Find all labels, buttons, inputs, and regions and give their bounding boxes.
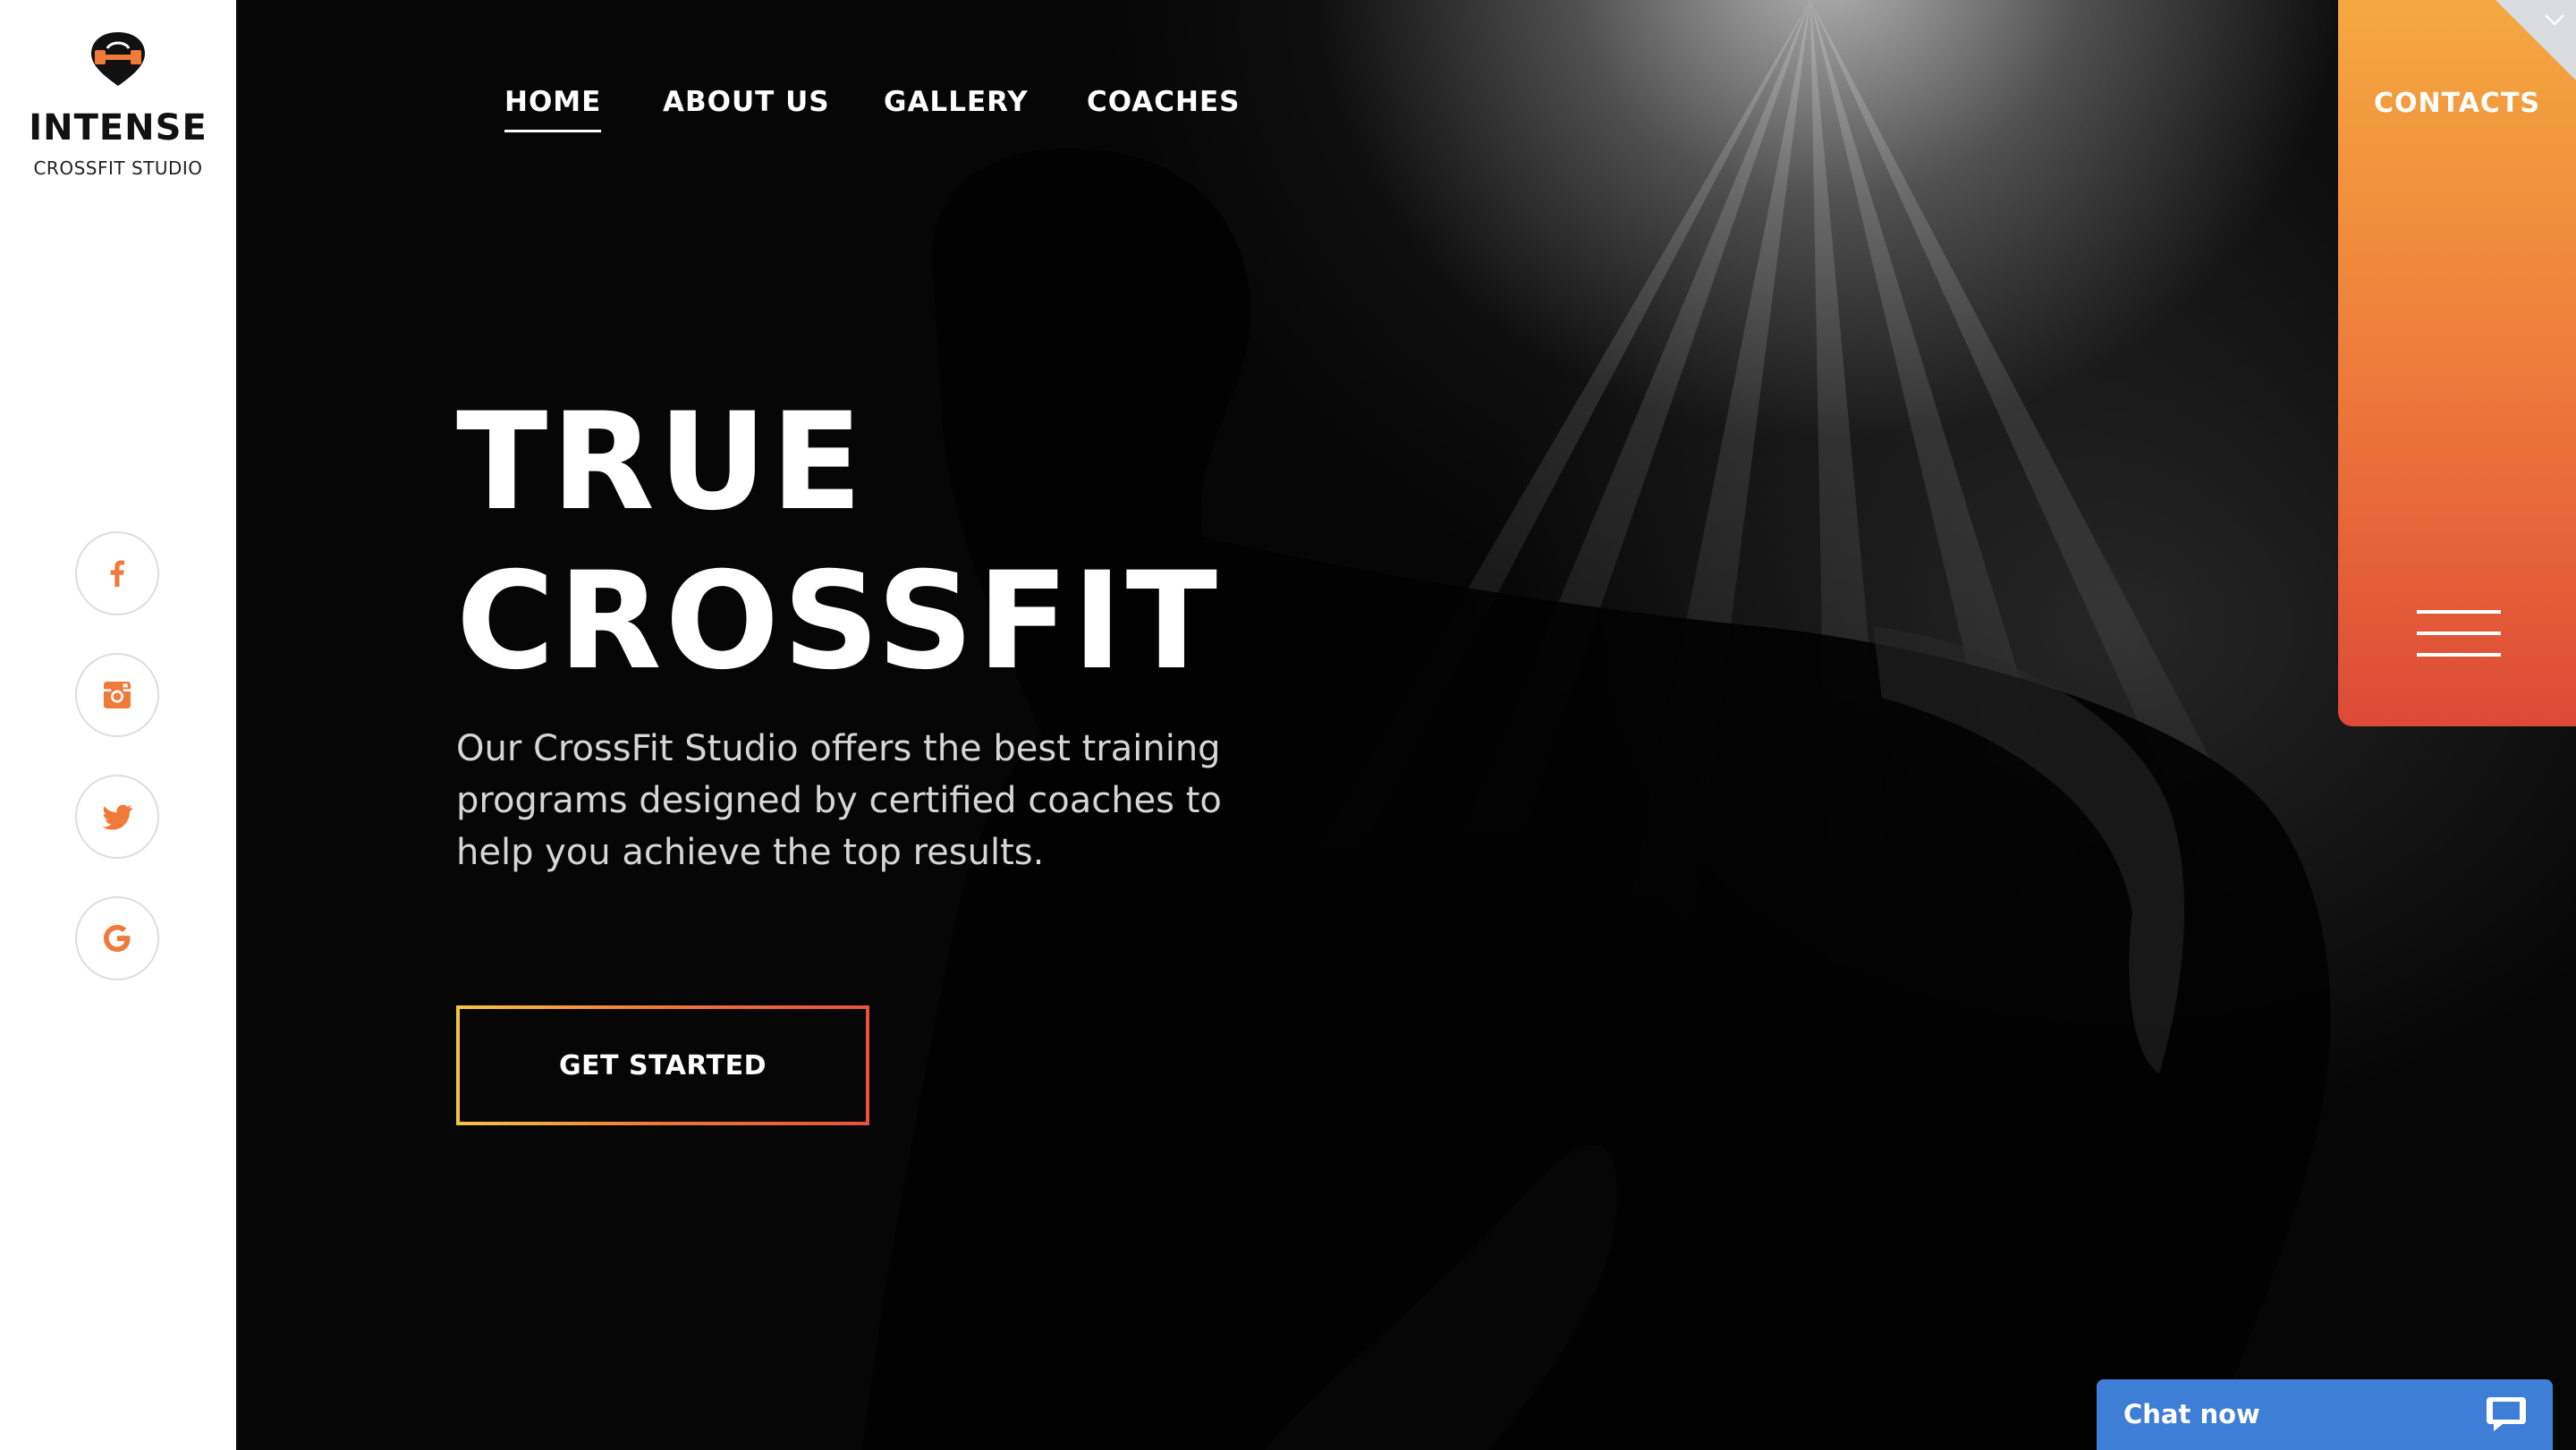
nav-home[interactable]: HOME: [504, 86, 602, 132]
brand-subtitle: CROSSFIT STUDIO: [33, 157, 203, 179]
nav-gallery[interactable]: GALLERY: [884, 86, 1029, 118]
hero-description: Our CrossFit Studio offers the best trai…: [456, 728, 1222, 873]
menu-icon: [2417, 610, 2501, 614]
contacts-panel: CONTACTS: [2338, 0, 2576, 726]
instagram-icon: [104, 682, 131, 708]
twitter-icon: [102, 804, 133, 830]
chat-widget[interactable]: Chat now: [2097, 1379, 2553, 1450]
google-icon: [104, 925, 131, 952]
brand-name[interactable]: INTENSE: [0, 107, 236, 148]
menu-icon-bar: [2417, 632, 2501, 635]
chevron-down-icon[interactable]: [2544, 13, 2565, 27]
hero-title-line-2: CROSSFIT: [456, 544, 1222, 700]
get-started-button[interactable]: GET STARTED: [456, 1005, 869, 1125]
chat-bubble-icon: [2487, 1397, 2526, 1431]
instagram-link[interactable]: [75, 653, 159, 737]
nav-contacts[interactable]: CONTACTS: [2338, 88, 2576, 119]
hero-title: TRUE CROSSFIT: [456, 383, 1221, 701]
menu-button[interactable]: [2417, 610, 2501, 657]
menu-icon-bar: [2417, 653, 2501, 657]
nav-about-us[interactable]: ABOUT US: [663, 86, 830, 118]
hero-title-line-1: TRUE: [456, 385, 867, 540]
hero-section: HOME ABOUT US GALLERY COACHES TRUE CROSS…: [236, 0, 2576, 1450]
google-link[interactable]: [75, 896, 159, 980]
twitter-link[interactable]: [75, 775, 159, 859]
sidebar: INTENSE CROSSFIT STUDIO: [0, 0, 236, 1450]
facebook-icon: [110, 560, 124, 587]
nav-coaches[interactable]: COACHES: [1087, 86, 1240, 118]
chat-label: Chat now: [2123, 1399, 2260, 1429]
logo-icon[interactable]: [88, 30, 148, 88]
facebook-link[interactable]: [75, 531, 159, 615]
